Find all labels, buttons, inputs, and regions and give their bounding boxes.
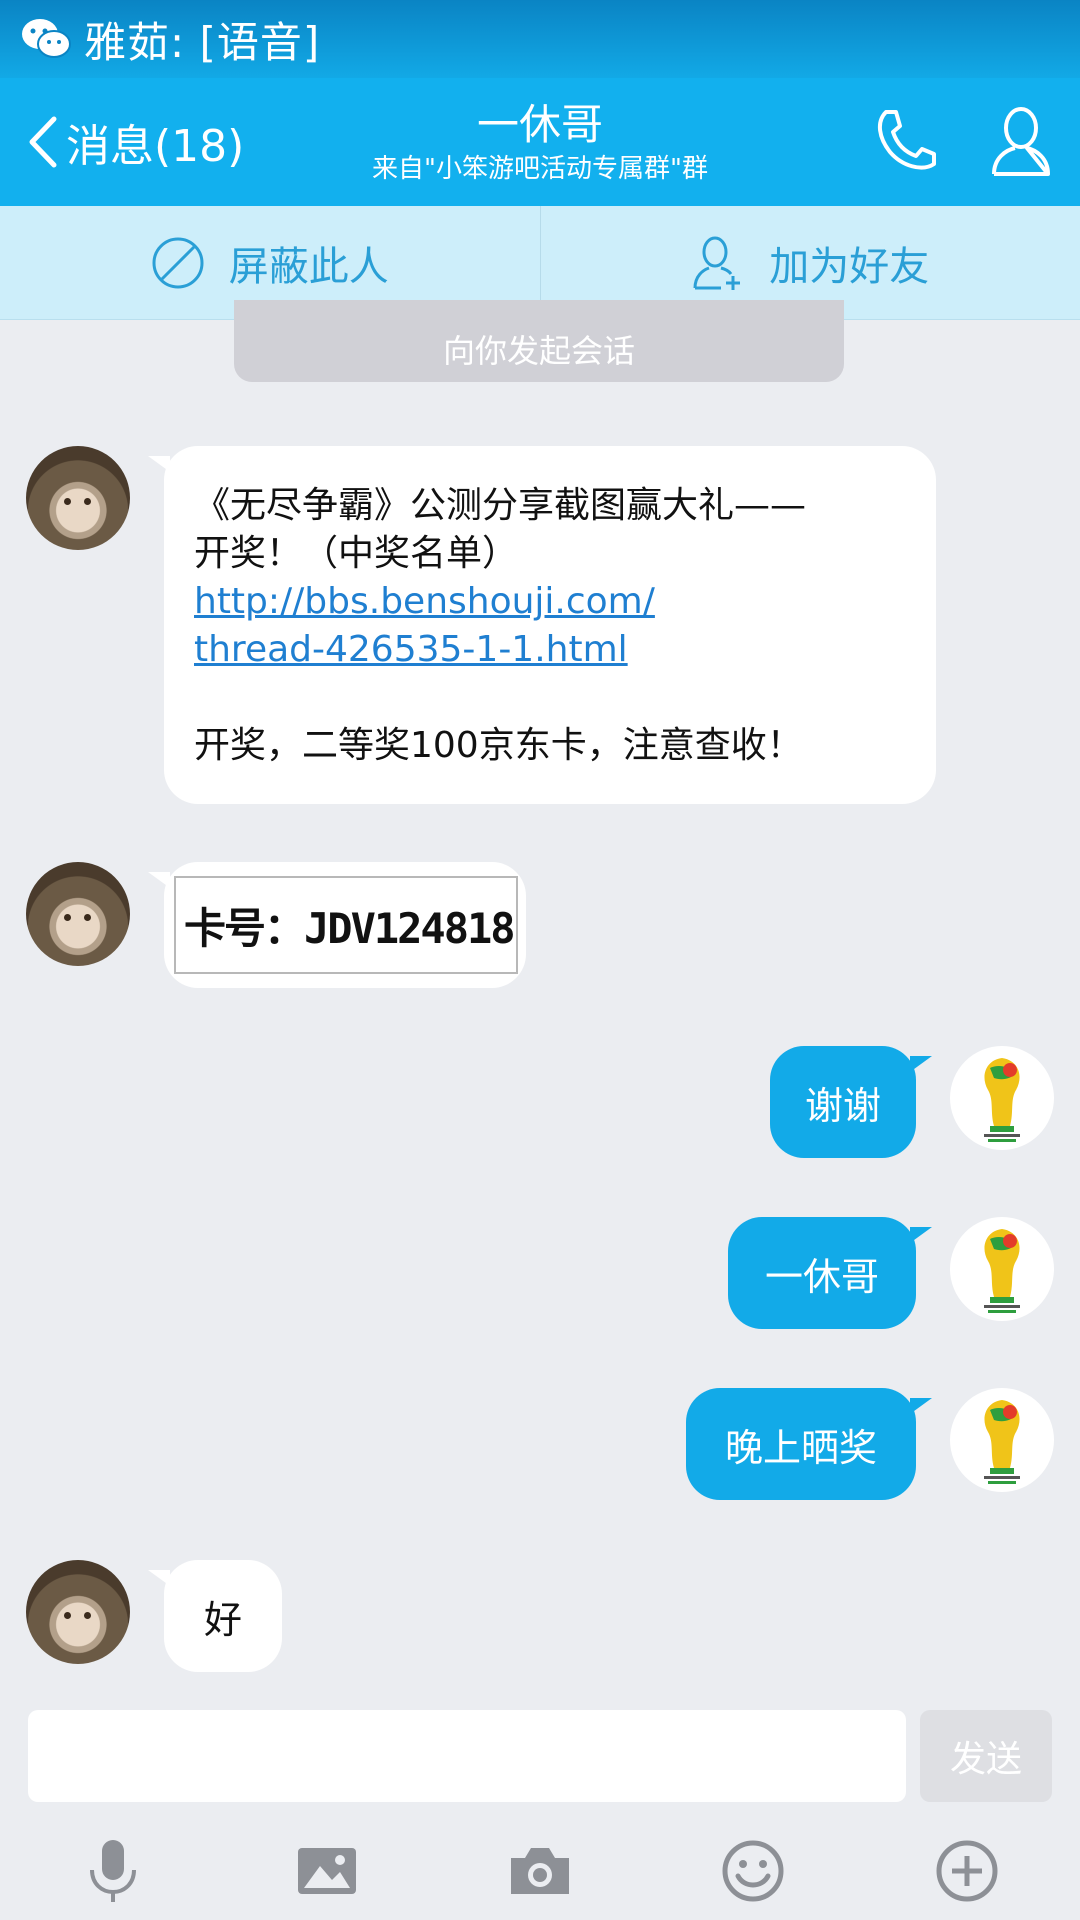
message-text: 开奖，二等奖100京东卡，注意查收！ xyxy=(194,725,803,766)
composer-toolbar xyxy=(0,1826,1080,1920)
outgoing-message-bubble[interactable]: 晚上晒奖 xyxy=(686,1388,932,1500)
add-friend-label: 加为好友 xyxy=(769,243,930,290)
status-bar: 雅茹: [语音] xyxy=(0,0,1080,78)
outgoing-message-bubble[interactable]: 一休哥 xyxy=(728,1217,932,1329)
incoming-image-bubble[interactable]: 卡号：JDV124818650 xyxy=(148,862,526,988)
chat-title: 一休哥 xyxy=(476,100,603,149)
message-link[interactable]: http://bbs.benshouji.com/ xyxy=(194,578,906,626)
sender-avatar[interactable] xyxy=(26,446,130,550)
add-friend-icon xyxy=(693,236,741,290)
block-user-label: 屏蔽此人 xyxy=(228,243,389,290)
message-input[interactable] xyxy=(28,1710,906,1802)
outgoing-message-bubble[interactable]: 谢谢 xyxy=(770,1046,932,1158)
system-notice: 向你发起会话 xyxy=(234,300,844,382)
sender-avatar[interactable] xyxy=(26,1560,130,1664)
my-avatar[interactable] xyxy=(950,1388,1054,1492)
block-icon xyxy=(152,237,204,288)
incoming-message-bubble[interactable]: 《无尽争霸》公测分享截图赢大礼—— 开奖！（中奖名单） http://bbs.b… xyxy=(148,446,936,804)
profile-icon[interactable] xyxy=(988,104,1054,178)
emoji-icon[interactable] xyxy=(718,1836,788,1906)
send-button[interactable]: 发送 xyxy=(920,1710,1052,1802)
plus-icon[interactable] xyxy=(932,1836,1002,1906)
world-cup-logo-icon xyxy=(984,1400,1020,1484)
microphone-icon[interactable] xyxy=(78,1836,148,1906)
card-number-image[interactable]: 卡号：JDV124818650 xyxy=(174,876,518,974)
camera-icon[interactable] xyxy=(505,1836,575,1906)
my-avatar[interactable] xyxy=(950,1217,1054,1321)
my-avatar[interactable] xyxy=(950,1046,1054,1150)
back-label: 消息(18) xyxy=(66,121,245,172)
back-button[interactable]: 消息(18) xyxy=(26,78,244,206)
world-cup-logo-icon xyxy=(984,1058,1020,1142)
message-text: 开奖！（中奖名单） xyxy=(194,533,519,574)
message-link[interactable]: thread-426535-1-1.html xyxy=(194,626,906,674)
chevron-left-icon xyxy=(29,116,57,168)
chat-title-block: 一休哥 来自"小笨游吧活动专属群"群 xyxy=(290,100,790,186)
chat-subtitle: 来自"小笨游吧活动专属群"群 xyxy=(372,154,708,184)
status-notification: 雅茹: [语音] xyxy=(84,17,321,67)
message-text: 《无尽争霸》公测分享截图赢大礼—— xyxy=(194,485,807,526)
incoming-message-bubble[interactable]: 好 xyxy=(148,1560,282,1672)
sender-avatar[interactable] xyxy=(26,862,130,966)
phone-icon[interactable] xyxy=(872,106,938,176)
title-bar: 消息(18) 一休哥 来自"小笨游吧活动专属群"群 xyxy=(0,78,1080,206)
image-icon[interactable] xyxy=(292,1836,362,1906)
wechat-icon xyxy=(22,19,71,58)
world-cup-logo-icon xyxy=(984,1229,1020,1313)
